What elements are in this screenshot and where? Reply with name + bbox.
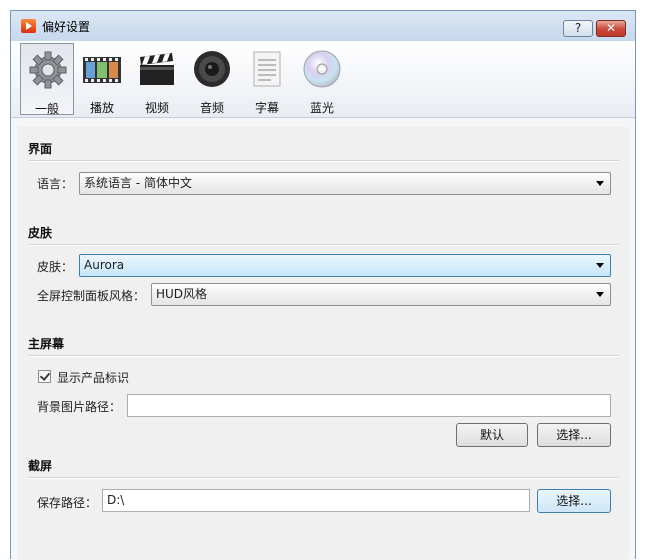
section-title-main-screen: 主屏幕 bbox=[28, 337, 65, 351]
title-bar[interactable]: 偏好设置 ? ✕ bbox=[11, 11, 635, 41]
tab-general[interactable]: 一般 bbox=[20, 43, 74, 116]
tab-playback[interactable]: 播放 bbox=[75, 43, 129, 115]
show-logo-label: 显示产品标识 bbox=[57, 371, 130, 385]
section-title-interface: 界面 bbox=[28, 142, 53, 156]
disc-icon bbox=[303, 50, 341, 88]
hud-style-select[interactable]: HUD风格 bbox=[151, 283, 611, 306]
tab-audio[interactable]: 音频 bbox=[185, 43, 239, 115]
show-logo-checkbox[interactable] bbox=[38, 370, 51, 383]
gear-icon bbox=[29, 51, 67, 89]
language-select[interactable]: 系统语言 - 简体中文 bbox=[79, 172, 611, 195]
section-title-skin: 皮肤 bbox=[28, 226, 53, 240]
default-button[interactable]: 默认 bbox=[456, 423, 528, 447]
save-path-label: 保存路径： bbox=[37, 496, 98, 510]
preferences-window: 偏好设置 ? ✕ 一般 播放 视频 音频 字幕 蓝光 界面 语言： 系统语言 -… bbox=[10, 10, 636, 560]
tab-bluray[interactable]: 蓝光 bbox=[295, 43, 349, 115]
help-button[interactable]: ? bbox=[563, 20, 593, 37]
language-value: 系统语言 - 简体中文 bbox=[84, 176, 192, 190]
chevron-down-icon bbox=[596, 292, 604, 297]
chevron-down-icon bbox=[596, 263, 604, 268]
document-icon bbox=[253, 51, 281, 87]
skin-value: Aurora bbox=[84, 258, 125, 272]
skin-select[interactable]: Aurora bbox=[79, 254, 611, 277]
choose-bg-button[interactable]: 选择... bbox=[537, 423, 611, 447]
language-label: 语言： bbox=[37, 177, 74, 191]
tab-label: 播放 bbox=[89, 101, 114, 115]
category-toolbar: 一般 播放 视频 音频 字幕 蓝光 bbox=[11, 41, 635, 118]
divider bbox=[28, 244, 619, 246]
skin-label: 皮肤： bbox=[37, 260, 74, 274]
tab-label: 字幕 bbox=[254, 101, 279, 115]
close-button[interactable]: ✕ bbox=[596, 20, 626, 37]
film-strip-icon bbox=[83, 57, 121, 83]
section-title-screenshot: 截屏 bbox=[28, 459, 53, 473]
speaker-icon bbox=[194, 51, 230, 87]
tab-video[interactable]: 视频 bbox=[130, 43, 184, 115]
divider bbox=[28, 477, 619, 479]
bg-path-label: 背景图片路径： bbox=[37, 400, 122, 414]
divider bbox=[28, 355, 619, 357]
hud-style-label: 全屏控制面板风格： bbox=[37, 289, 146, 303]
tab-subtitles[interactable]: 字幕 bbox=[240, 43, 294, 115]
app-logo-icon bbox=[21, 19, 36, 33]
tab-label: 一般 bbox=[34, 102, 59, 116]
bg-path-input[interactable] bbox=[127, 394, 611, 417]
hud-style-value: HUD风格 bbox=[156, 287, 208, 301]
window-title: 偏好设置 bbox=[42, 20, 91, 34]
save-path-input[interactable]: D:\ bbox=[102, 489, 530, 512]
clapperboard-icon bbox=[140, 53, 174, 85]
tab-label: 蓝光 bbox=[309, 101, 334, 115]
tab-label: 视频 bbox=[144, 101, 169, 115]
chevron-down-icon bbox=[596, 181, 604, 186]
choose-save-path-button[interactable]: 选择... bbox=[537, 489, 611, 513]
tab-label: 音频 bbox=[199, 101, 224, 115]
general-settings-panel: 界面 语言： 系统语言 - 简体中文 皮肤 皮肤： Aurora 全屏控制面板风… bbox=[17, 127, 629, 560]
divider bbox=[28, 160, 619, 162]
